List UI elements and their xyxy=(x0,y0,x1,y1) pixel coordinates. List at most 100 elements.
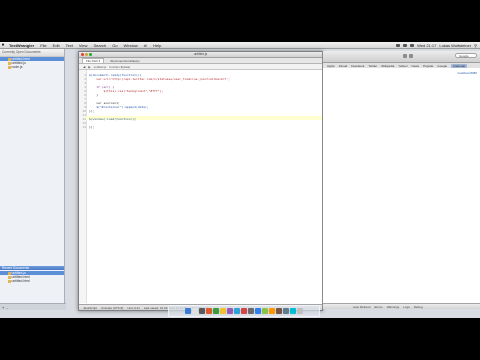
zoom-icon[interactable] xyxy=(89,53,92,56)
menu-window[interactable]: Window xyxy=(121,43,141,48)
close-icon[interactable] xyxy=(81,53,84,56)
bookmark-item[interactable]: Facebook xyxy=(351,64,364,68)
path-menu[interactable]: File Path ▾ xyxy=(82,58,105,63)
dock-app-icon[interactable] xyxy=(255,308,261,314)
console-option[interactable]: Errors xyxy=(375,305,383,309)
dock-app-icon[interactable] xyxy=(269,308,275,314)
console-option[interactable]: Auto Refresh xyxy=(353,305,371,309)
desktop-screen: ● TextWrangler File Edit Text View Searc… xyxy=(0,42,480,318)
dock-app-icon[interactable] xyxy=(206,308,212,314)
dock-app-icon[interactable] xyxy=(262,308,268,314)
browser-console-bar: Auto Refresh Errors Warnings Logs Debug xyxy=(323,303,480,309)
menu-view[interactable]: View xyxy=(76,43,91,48)
document-name: node.js xyxy=(11,65,23,69)
sidebar-document-item[interactable]: node.js xyxy=(0,65,64,69)
bookmark-item[interactable]: iCloud xyxy=(339,64,348,68)
recent-documents-header[interactable]: Recent Documents xyxy=(0,266,64,270)
file-icon xyxy=(8,61,11,65)
dock-app-icon[interactable] xyxy=(227,308,233,314)
dock-app-icon[interactable] xyxy=(276,308,282,314)
dock-app-icon[interactable] xyxy=(185,308,191,314)
file-icon xyxy=(8,275,11,279)
menubar-user[interactable]: Lukas Wolfsteiner xyxy=(439,43,471,48)
console-option[interactable]: Logs xyxy=(403,305,410,309)
code-line: 14}); xyxy=(82,125,94,129)
remove-button[interactable]: - xyxy=(6,305,7,310)
file-icon xyxy=(8,271,11,275)
code-text: $(window).load(function(){ xyxy=(89,117,136,121)
encoding-menu[interactable]: Unicode (UTF-8) xyxy=(101,306,123,310)
console-option[interactable]: Warnings xyxy=(387,305,400,309)
code-text: }); xyxy=(89,125,95,129)
forward-arrow-icon[interactable]: ▶ xyxy=(88,65,90,69)
console-option[interactable]: Debug xyxy=(414,305,423,309)
documents-sidebar: Currently Open Documents untitled.html u… xyxy=(0,49,66,310)
browser-window: Google Apple iCloud Facebook Twitter Wik… xyxy=(322,51,480,309)
wifi-icon[interactable] xyxy=(396,43,401,47)
dock-app-icon[interactable] xyxy=(248,308,254,314)
menubar-clock[interactable]: Wed 21:17 xyxy=(417,43,436,48)
dock-app-icon[interactable] xyxy=(290,308,296,314)
editor-title: untitled.js xyxy=(193,52,208,56)
menu-bar: ● TextWrangler File Edit Text View Searc… xyxy=(0,42,480,49)
menu-scripts[interactable]: #! xyxy=(141,43,150,48)
recent-document-item[interactable]: untitled.html xyxy=(0,279,64,283)
menubar-status-area: Wed 21:17 Lukas Wolfsteiner ⚲ xyxy=(396,43,480,48)
bookmark-item-active[interactable]: Calendar xyxy=(451,63,468,68)
dock-app-icon[interactable] xyxy=(213,308,219,314)
file-icon xyxy=(8,57,11,61)
path-label: /Documents/untitled.js xyxy=(110,58,140,63)
file-icon xyxy=(8,65,11,69)
code-text: $("#container").append(data); xyxy=(89,105,149,109)
dock-app-icon[interactable] xyxy=(283,308,289,314)
dock-app-icon[interactable] xyxy=(234,308,240,314)
browser-page[interactable]: localhost:8080 xyxy=(323,68,480,303)
search-field[interactable]: Google xyxy=(455,53,477,58)
bookmark-item[interactable]: Apple xyxy=(327,64,335,68)
file-icon xyxy=(8,279,11,283)
spotlight-icon[interactable]: ⚲ xyxy=(474,43,477,48)
menu-text[interactable]: Text xyxy=(63,43,76,48)
menu-go[interactable]: Go xyxy=(109,43,120,48)
menu-file[interactable]: File xyxy=(37,43,49,48)
window-controls xyxy=(81,53,92,56)
bookmark-item[interactable]: Twitter xyxy=(368,64,377,68)
reload-icon[interactable] xyxy=(409,54,413,58)
page-link[interactable]: localhost:8080 xyxy=(458,71,477,75)
dock xyxy=(168,305,320,317)
code-editor[interactable]: 1 $(document).ready(function(){2 var url=… xyxy=(79,70,322,303)
function-menu[interactable]: function $(data) xyxy=(109,65,130,69)
menu-app[interactable]: TextWrangler xyxy=(6,43,37,48)
menu-search[interactable]: Search xyxy=(91,43,110,48)
add-button[interactable]: + xyxy=(2,305,4,310)
bookmark-item[interactable]: Popular xyxy=(423,64,433,68)
line-ending-menu[interactable]: Unix (LF) xyxy=(127,306,139,310)
editor-titlebar[interactable]: untitled.js xyxy=(79,52,322,58)
code-text: }); xyxy=(89,109,95,113)
menu-edit[interactable]: Edit xyxy=(50,43,63,48)
dock-app-icon[interactable] xyxy=(199,308,205,314)
dock-app-icon[interactable] xyxy=(220,308,226,314)
current-file-menu[interactable]: untitled.js xyxy=(94,65,107,69)
menu-help[interactable]: Help xyxy=(150,43,164,48)
bookmark-item[interactable]: Wikipedia xyxy=(381,64,394,68)
code-line: 12 $(window).load(function(){ xyxy=(82,117,136,121)
recent-documents-list: untitled.js untitled.html untitled.html xyxy=(0,271,64,283)
bookmark-item[interactable]: News xyxy=(412,64,420,68)
dock-app-icon[interactable] xyxy=(297,308,303,314)
dock-app-icon[interactable] xyxy=(241,308,247,314)
dock-app-icon[interactable] xyxy=(192,308,198,314)
bookmark-item[interactable]: Yahoo! xyxy=(398,64,407,68)
bookmark-item[interactable]: Google xyxy=(437,64,447,68)
code-line: 2 var url='http://api.twitter.com/1/stat… xyxy=(82,77,230,81)
reader-icon[interactable] xyxy=(403,54,407,58)
sidebar-footer: + - xyxy=(0,303,66,310)
language-menu[interactable]: JavaScript xyxy=(83,306,97,310)
battery-icon[interactable] xyxy=(410,43,415,47)
code-text: var url='http://api.twitter.com/1/status… xyxy=(89,77,230,81)
minimize-icon[interactable] xyxy=(85,53,88,56)
sidebar-header: Currently Open Documents xyxy=(0,49,64,57)
back-arrow-icon[interactable]: ◀ xyxy=(83,65,85,69)
volume-icon[interactable] xyxy=(403,43,408,47)
code-text: $(this).css("background","#fff"); xyxy=(89,89,164,93)
